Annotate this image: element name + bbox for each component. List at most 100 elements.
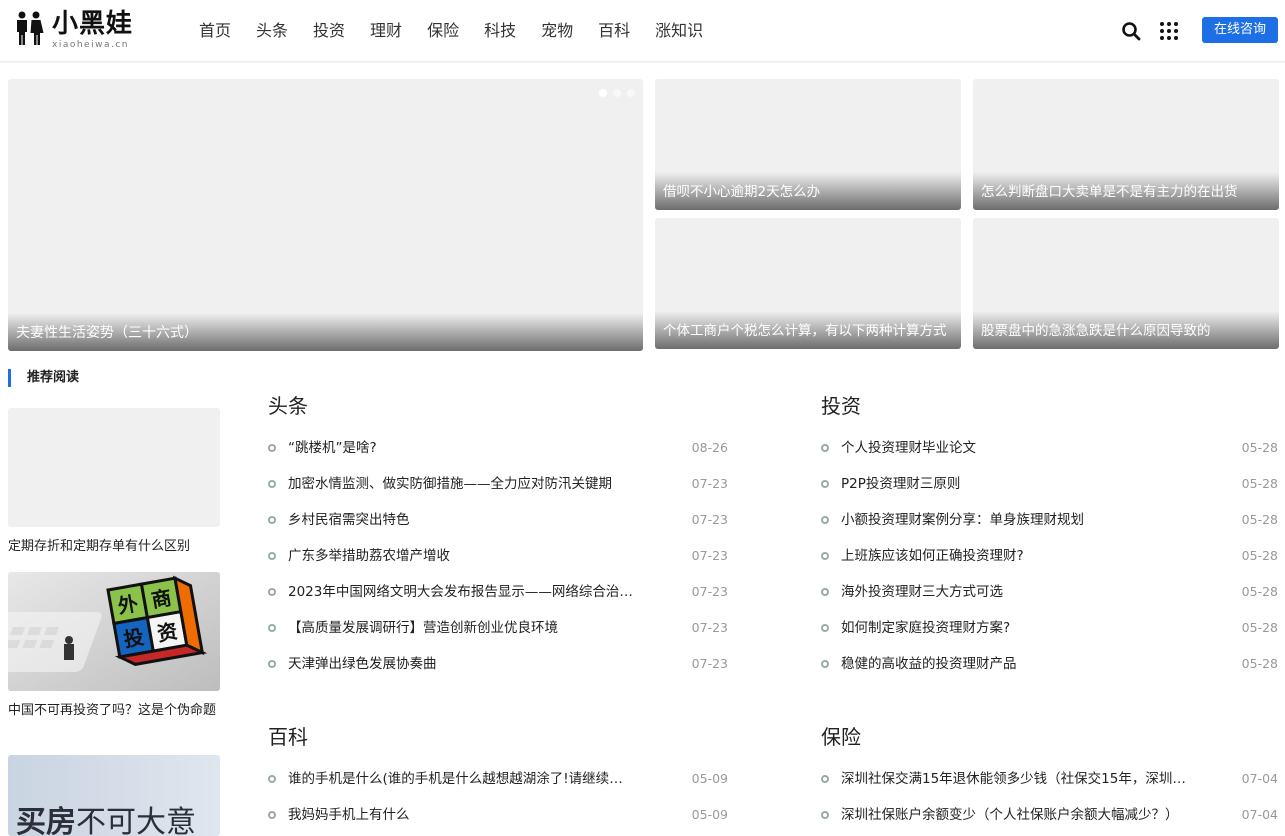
- article-title[interactable]: 深圳社保账户余额变少（个人社保账户余额大幅减少？）: [841, 797, 1179, 833]
- list-item[interactable]: 如何制定家庭投资理财方案? 05-28: [821, 610, 1278, 646]
- article-date: 07-23: [691, 620, 728, 635]
- article-title[interactable]: 谁的手机是什么(谁的手机是什么越想越湖涂了!请继续看下去): [288, 761, 633, 797]
- nav-item-insurance[interactable]: 保险: [427, 0, 459, 62]
- article-title[interactable]: 乡村民宿需突出特色: [288, 502, 410, 538]
- bullet-icon: [268, 516, 276, 524]
- section-title[interactable]: 保险: [821, 723, 1278, 751]
- article-date: 07-04: [1241, 771, 1278, 786]
- section-wiki: 百科 谁的手机是什么(谁的手机是什么越想越湖涂了!请继续看下去) 05-09 我妈…: [268, 723, 728, 833]
- nav-item-invest[interactable]: 投资: [313, 0, 345, 62]
- site-logo[interactable]: 小黑娃 xiaoheiwa.cn: [14, 9, 144, 51]
- banner-caption: 夫妻性生活姿势（三十六式）: [16, 325, 198, 341]
- article-list: 个人投资理财毕业论文 05-28 P2P投资理财三原则 05-28 小额投资理财案例…: [821, 430, 1278, 682]
- search-icon[interactable]: [1121, 21, 1141, 41]
- list-item[interactable]: 海外投资理财三大方式可选 05-28: [821, 574, 1278, 610]
- card-thumbnail[interactable]: 买房不可大意: [8, 755, 220, 836]
- list-item[interactable]: 个人投资理财毕业论文 05-28: [821, 430, 1278, 466]
- section-title[interactable]: 百科: [268, 723, 728, 751]
- article-title[interactable]: 2023年中国网络文明大会发布报告显示——网络综合治理成效显著: [288, 574, 633, 610]
- list-item[interactable]: 【高质量发展调研行】营造创新创业优良环境 07-23: [268, 610, 728, 646]
- nav-item-finance[interactable]: 理财: [370, 0, 402, 62]
- article-date: 05-28: [1241, 476, 1278, 491]
- bullet-icon: [268, 588, 276, 596]
- list-item[interactable]: 深圳社保账户余额变少（个人社保账户余额大幅减少？） 07-04: [821, 797, 1278, 833]
- tile-caption: 怎么判断盘口大卖单是不是有主力的在出货: [981, 184, 1238, 200]
- card-thumbnail[interactable]: 外 商 投 资: [8, 572, 220, 691]
- apps-grid-icon[interactable]: [1160, 22, 1178, 40]
- list-item[interactable]: 我妈妈手机上有什么 05-09: [268, 797, 728, 833]
- featured-banner[interactable]: 夫妻性生活姿势（三十六式）: [8, 79, 643, 351]
- nav-item-knowledge[interactable]: 涨知识: [655, 0, 703, 62]
- logo-figures-icon: [17, 11, 44, 45]
- article-title[interactable]: 深圳社保交满15年退休能领多少钱（社保交15年，深圳退休金）: [841, 761, 1186, 797]
- article-title[interactable]: “跳楼机”是啥?: [288, 430, 377, 466]
- online-consult-button[interactable]: 在线咨询: [1202, 17, 1278, 43]
- cube-text: 投: [122, 625, 146, 652]
- list-item[interactable]: P2P投资理财三原则 05-28: [821, 466, 1278, 502]
- feature-tile[interactable]: 股票盘中的急涨急跌是什么原因导致的: [973, 218, 1279, 349]
- bullet-icon: [821, 588, 829, 596]
- list-item[interactable]: 谁的手机是什么(谁的手机是什么越想越湖涂了!请继续看下去) 05-09: [268, 761, 728, 797]
- article-title[interactable]: 海外投资理财三大方式可选: [841, 574, 1003, 610]
- recommended-card[interactable]: 定期存折和定期存单有什么区别: [8, 408, 220, 557]
- list-item[interactable]: 乡村民宿需突出特色 07-23: [268, 502, 728, 538]
- article-list: 深圳社保交满15年退休能领多少钱（社保交15年，深圳退休金） 07-04 深圳社保…: [821, 761, 1278, 833]
- section-title[interactable]: 头条: [268, 392, 728, 420]
- nav-item-home[interactable]: 首页: [199, 0, 231, 62]
- article-date: 05-28: [1241, 584, 1278, 599]
- article-title[interactable]: 上班族应该如何正确投资理财?: [841, 538, 1024, 574]
- nav-item-wiki[interactable]: 百科: [598, 0, 630, 62]
- article-title[interactable]: 稳健的高收益的投资理财产品: [841, 646, 1017, 682]
- feature-tile[interactable]: 个体工商户个税怎么计算，有以下两种计算方式: [655, 218, 961, 349]
- carousel-dot[interactable]: [599, 89, 607, 97]
- feature-tile[interactable]: 怎么判断盘口大卖单是不是有主力的在出货: [973, 79, 1279, 210]
- carousel-dot[interactable]: [627, 89, 635, 97]
- list-item[interactable]: 2023年中国网络文明大会发布报告显示——网络综合治理成效显著 07-23: [268, 574, 728, 610]
- list-item[interactable]: 广东多举措助荔农增产增收 07-23: [268, 538, 728, 574]
- list-item[interactable]: 加密水情监测、做实防御措施——全力应对防汛关键期 07-23: [268, 466, 728, 502]
- article-date: 05-09: [691, 771, 728, 786]
- list-item[interactable]: “跳楼机”是啥? 08-26: [268, 430, 728, 466]
- article-date: 05-28: [1241, 656, 1278, 671]
- recommended-card[interactable]: 买房不可大意: [8, 755, 220, 836]
- card-thumbnail[interactable]: [8, 408, 220, 527]
- section-title[interactable]: 投资: [821, 392, 1278, 420]
- bullet-icon: [268, 552, 276, 560]
- card-title[interactable]: 中国不可再投资了吗？这是个伪命题: [8, 700, 220, 721]
- article-title[interactable]: 【高质量发展调研行】营造创新创业优良环境: [288, 610, 558, 646]
- nav-item-tech[interactable]: 科技: [484, 0, 516, 62]
- article-title[interactable]: 如何制定家庭投资理财方案?: [841, 610, 1010, 646]
- bullet-icon: [821, 480, 829, 488]
- cube-text: 商: [149, 585, 173, 612]
- recommended-card[interactable]: 外 商 投 资 中国不可再投资了吗？这是个伪命题: [8, 572, 220, 721]
- article-date: 05-28: [1241, 620, 1278, 635]
- card-title[interactable]: 定期存折和定期存单有什么区别: [8, 536, 220, 557]
- list-item[interactable]: 上班族应该如何正确投资理财? 05-28: [821, 538, 1278, 574]
- logo-domain: xiaoheiwa.cn: [52, 40, 129, 50]
- article-title[interactable]: 加密水情监测、做实防御措施——全力应对防汛关键期: [288, 466, 612, 502]
- nav-item-headlines[interactable]: 头条: [256, 0, 288, 62]
- list-item[interactable]: 天津弹出绿色发展协奏曲 07-23: [268, 646, 728, 682]
- bullet-icon: [268, 775, 276, 783]
- list-item[interactable]: 深圳社保交满15年退休能领多少钱（社保交15年，深圳退休金） 07-04: [821, 761, 1278, 797]
- bullet-icon: [821, 660, 829, 668]
- article-list: 谁的手机是什么(谁的手机是什么越想越湖涂了!请继续看下去) 05-09 我妈妈手机…: [268, 761, 728, 833]
- article-date: 07-23: [691, 512, 728, 527]
- bullet-icon: [268, 811, 276, 819]
- article-title[interactable]: 广东多举措助荔农增产增收: [288, 538, 450, 574]
- logo-name: 小黑娃: [52, 9, 134, 39]
- carousel-dot[interactable]: [613, 89, 621, 97]
- article-title[interactable]: P2P投资理财三原则: [841, 466, 960, 502]
- bullet-icon: [821, 552, 829, 560]
- article-title[interactable]: 小额投资理财案例分享：单身族理财规划: [841, 502, 1084, 538]
- article-title[interactable]: 个人投资理财毕业论文: [841, 430, 976, 466]
- list-item[interactable]: 小额投资理财案例分享：单身族理财规划 05-28: [821, 502, 1278, 538]
- list-item[interactable]: 稳健的高收益的投资理财产品 05-28: [821, 646, 1278, 682]
- bullet-icon: [821, 516, 829, 524]
- bullet-icon: [821, 624, 829, 632]
- article-title[interactable]: 我妈妈手机上有什么: [288, 797, 410, 833]
- article-title[interactable]: 天津弹出绿色发展协奏曲: [288, 646, 437, 682]
- nav-item-pets[interactable]: 宠物: [541, 0, 573, 62]
- site-header: 小黑娃 xiaoheiwa.cn 首页 头条 投资 理财 保险 科技 宠物 百科…: [0, 0, 1285, 62]
- feature-tile[interactable]: 借呗不小心逾期2天怎么办: [655, 79, 961, 210]
